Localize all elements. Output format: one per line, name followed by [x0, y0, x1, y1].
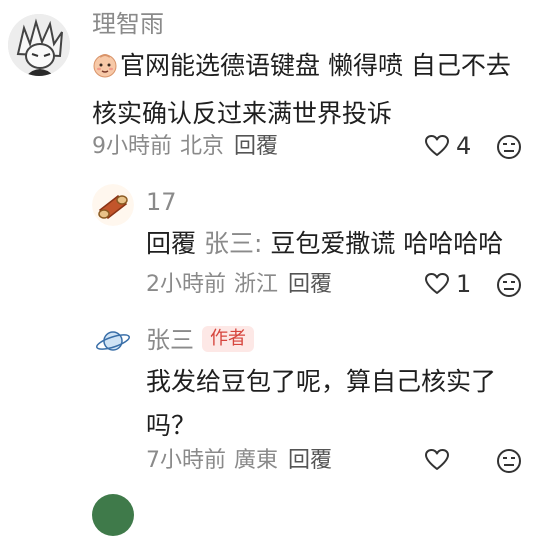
reply-button[interactable]: 回覆 — [288, 272, 332, 297]
username[interactable]: 理智雨 — [92, 12, 164, 36]
reply-item: 17 回覆 张三: 豆包爱撒谎 哈哈哈哈 2小時前 浙江 回覆 1 — [0, 170, 557, 310]
location: 廣東 — [234, 448, 279, 473]
comment-text: 回覆 张三: 豆包爱撒谎 哈哈哈哈 — [146, 222, 503, 266]
planet-avatar-image — [92, 320, 134, 362]
meh-face-icon — [497, 273, 521, 297]
dislike-button[interactable] — [496, 448, 522, 478]
baby-face-emoji-icon — [92, 48, 118, 92]
meh-face-icon — [497, 449, 521, 473]
dislike-button[interactable] — [496, 134, 522, 164]
scroll-avatar-image — [92, 184, 134, 226]
avatar-image — [8, 14, 70, 76]
avatar[interactable] — [92, 320, 134, 362]
comment-text-line2: 核实确认反过来满世界投诉 — [92, 99, 393, 128]
timestamp: 7小時前 — [146, 448, 226, 473]
reply-item: 张三 作者 我发给豆包了呢，算自己核实了 吗？ 7小時前 廣東 回覆 — [0, 310, 557, 480]
comment-text-line2: 吗？ — [146, 411, 197, 440]
dislike-button[interactable] — [496, 272, 522, 302]
avatar[interactable] — [8, 14, 70, 76]
comment-meta: 2小時前 浙江 回覆 — [146, 274, 332, 296]
like-button[interactable] — [424, 448, 456, 472]
username[interactable]: 张三 — [146, 328, 194, 352]
comment-meta: 9小時前 北京 回覆 — [92, 136, 278, 158]
comment-item: 理智雨 官网能选德语键盘 懒得喷 自己不去 核实确认反过来满世界投诉 9小時前北… — [0, 0, 557, 170]
timestamp: 9小時前 — [92, 134, 172, 159]
reply-button[interactable]: 回覆 — [234, 134, 278, 159]
meh-face-icon — [497, 135, 521, 159]
like-button[interactable]: 1 — [424, 272, 471, 296]
like-button[interactable]: 4 — [424, 134, 471, 158]
location: 浙江 — [234, 272, 279, 297]
reply-button[interactable]: 回覆 — [288, 448, 332, 473]
heart-outline-icon — [425, 135, 449, 156]
reply-prefix: 回覆 — [146, 229, 197, 258]
comment-text-line1: 我发给豆包了呢，算自己核实了 — [146, 367, 497, 396]
avatar[interactable] — [92, 184, 134, 226]
like-count: 4 — [456, 132, 472, 160]
location: 北京 — [180, 134, 225, 159]
timestamp: 2小時前 — [146, 272, 226, 297]
comment-text: 我发给豆包了呢，算自己核实了 吗？ — [146, 360, 496, 448]
comment-text-line1: 官网能选德语键盘 懒得喷 自己不去 — [120, 51, 511, 80]
avatar[interactable] — [92, 494, 134, 536]
comment-text-body: 豆包爱撒谎 哈哈哈哈 — [262, 229, 504, 258]
like-count: 1 — [456, 270, 472, 298]
mention-link[interactable]: 张三: — [204, 229, 262, 258]
heart-outline-icon — [425, 273, 449, 294]
username[interactable]: 17 — [146, 190, 177, 214]
author-badge: 作者 — [202, 326, 254, 352]
heart-outline-icon — [425, 449, 449, 470]
comment-meta: 7小時前 廣東 回覆 — [146, 450, 332, 472]
comment-text: 官网能选德语键盘 懒得喷 自己不去 核实确认反过来满世界投诉 — [92, 44, 511, 136]
